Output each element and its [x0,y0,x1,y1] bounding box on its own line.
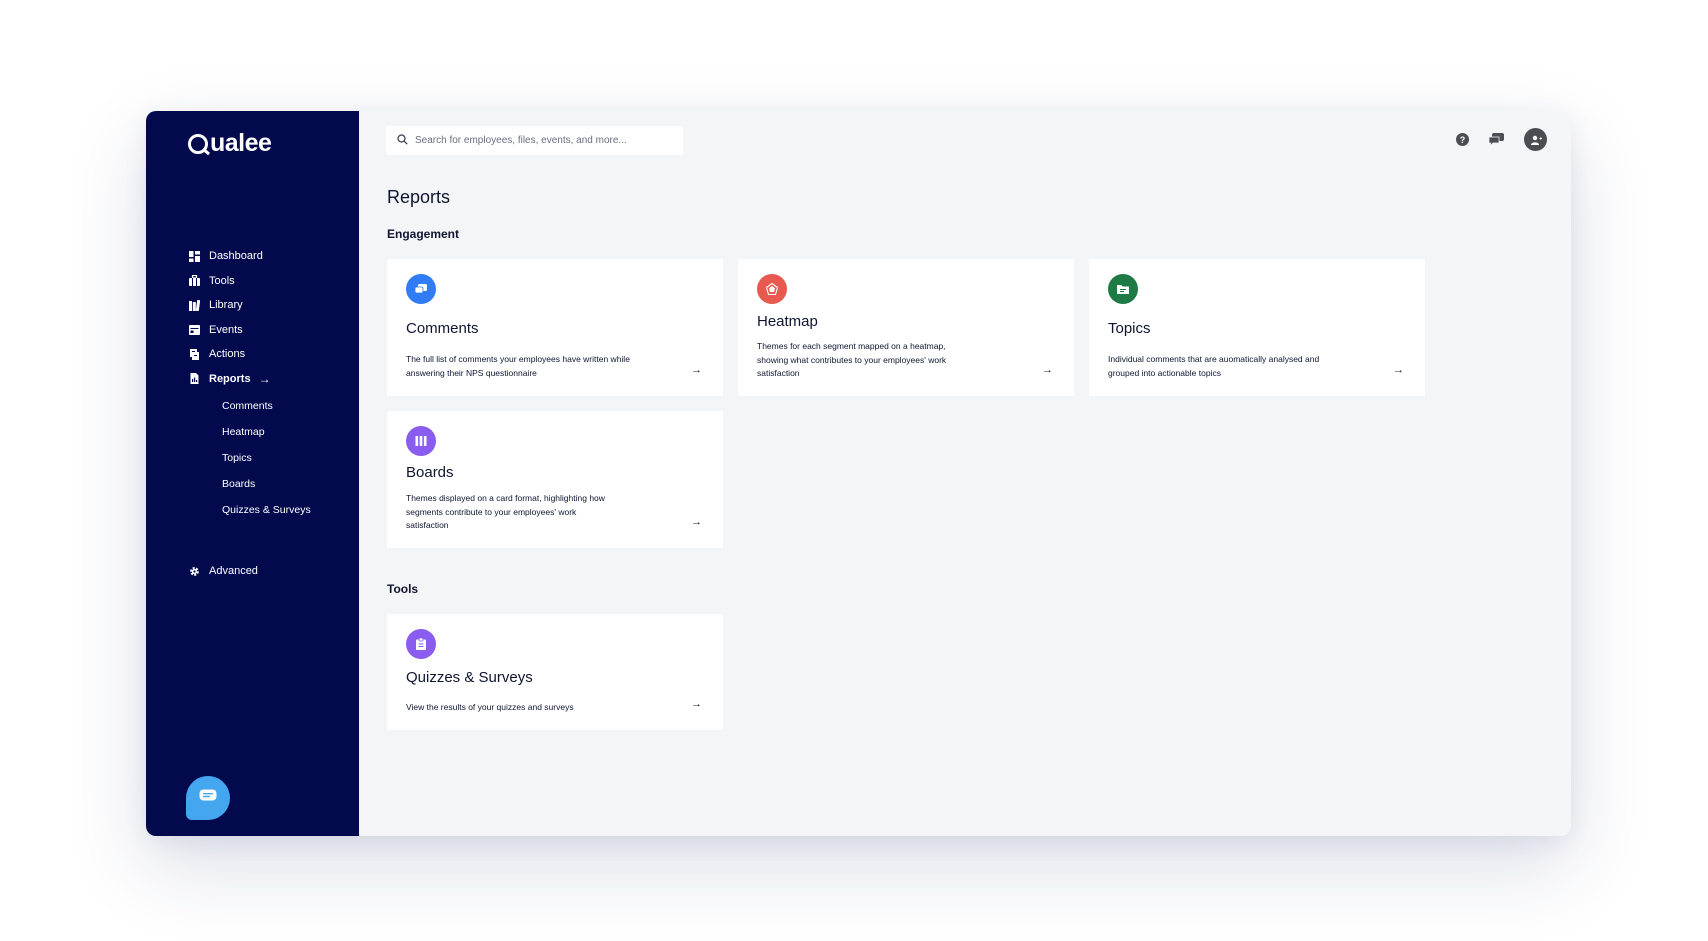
sidebar-nav: Dashboard Tools Library Events Actions R… [189,244,349,523]
sidebar-item-events[interactable]: Events [189,318,349,343]
card-description: Individual comments that are auomaticall… [1108,354,1320,378]
library-icon [189,299,200,311]
section-title-tools: Tools [387,582,419,596]
arrow-right-icon: → [258,371,271,386]
avatar[interactable] [1524,128,1547,151]
section-title-engagement: Engagement [387,227,460,241]
page-title: Reports [387,187,451,207]
comments-icon [406,274,436,304]
arrow-right-icon: → [691,364,702,376]
logo[interactable]: ualee [188,129,272,158]
chat-icon [199,789,217,808]
subnav-item-quizzes-surveys[interactable]: Quizzes & Surveys [222,497,349,523]
subnav-item-boards[interactable]: Boards [222,471,349,497]
card-description: View the results of your quizzes and sur… [406,702,574,712]
sidebar-item-tools[interactable]: Tools [189,269,349,294]
report-card-topics[interactable]: Topics Individual comments that are auom… [1089,259,1425,396]
search-bar[interactable] [386,126,683,155]
clipboard-icon [406,629,436,659]
arrow-right-icon: → [1042,364,1053,376]
actions-icon [189,348,200,360]
card-title: Quizzes & Surveys [406,669,533,686]
boards-icon [406,426,436,456]
card-title: Heatmap [757,313,818,330]
messages-icon[interactable] [1489,132,1504,147]
card-description: Themes displayed on a card format, highl… [406,493,605,530]
sidebar-item-library[interactable]: Library [189,293,349,318]
sidebar-item-actions[interactable]: Actions [189,342,349,367]
arrow-right-icon: → [691,698,702,710]
card-description: The full list of comments your employees… [406,354,630,378]
report-card-heatmap[interactable]: Heatmap Themes for each segment mapped o… [738,259,1074,396]
sidebar-item-label: Tools [209,274,235,287]
card-title: Comments [406,320,479,337]
header-actions: ? [1436,128,1547,151]
sidebar-item-label: Advanced [209,565,258,578]
report-card-boards[interactable]: Boards Themes displayed on a card format… [387,411,723,548]
dashboard-icon [189,250,200,262]
calendar-icon [189,324,200,336]
sidebar: ualee Dashboard Tools Library Events Act… [146,111,359,836]
toolbox-icon [189,275,200,287]
heatmap-icon [757,274,787,304]
subnav-item-comments[interactable]: Comments [222,393,349,419]
sidebar-item-dashboard[interactable]: Dashboard [189,244,349,269]
card-description: Themes for each segment mapped on a heat… [757,341,947,378]
subnav-item-topics[interactable]: Topics [222,445,349,471]
sidebar-item-label: Actions [209,348,246,361]
card-title: Topics [1108,320,1151,337]
sidebar-item-label: Reports [209,372,251,385]
search-icon [397,132,408,150]
report-icon [189,373,200,385]
arrow-right-icon: → [691,516,702,528]
logo-mark [188,134,208,154]
sidebar-item-label: Dashboard [209,250,263,263]
tool-card-quizzes-surveys[interactable]: Quizzes & Surveys View the results of yo… [387,614,723,730]
help-icon[interactable]: ? [1455,132,1470,147]
sidebar-item-reports[interactable]: Reports → [189,367,349,392]
card-title: Boards [406,464,454,481]
sidebar-item-label: Library [209,299,243,312]
reports-subnav: Comments Heatmap Topics Boards Quizzes &… [222,393,349,523]
sidebar-item-label: Events [209,323,243,336]
subnav-item-heatmap[interactable]: Heatmap [222,419,349,445]
app-window: ualee Dashboard Tools Library Events Act… [146,111,1571,836]
arrow-right-icon: → [1393,364,1404,376]
search-input[interactable] [415,135,665,146]
report-card-comments[interactable]: Comments The full list of comments your … [387,259,723,396]
chat-button[interactable] [186,776,230,820]
gear-icon [189,566,200,577]
svg-text:?: ? [1460,135,1466,145]
main-content: ? Reports Engagement Comments The full l… [359,111,1571,836]
folder-icon [1108,274,1138,304]
sidebar-item-advanced[interactable]: Advanced [189,559,258,584]
